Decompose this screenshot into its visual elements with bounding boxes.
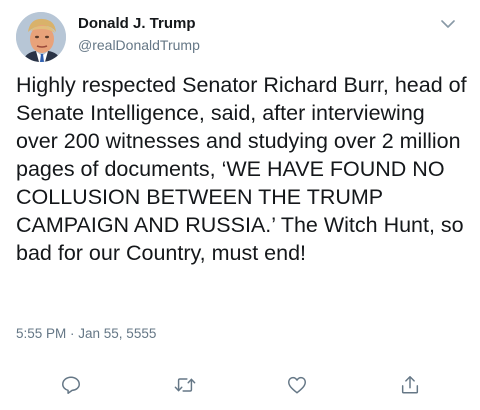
tweet-timestamp[interactable]: 5:55 PM · Jan 55, 5555	[16, 325, 156, 343]
display-name[interactable]: Donald J. Trump	[78, 15, 196, 33]
share-button[interactable]	[397, 372, 423, 398]
avatar-image	[16, 12, 66, 62]
avatar[interactable]	[16, 12, 66, 62]
reply-button[interactable]	[58, 372, 84, 398]
tweet-actions	[0, 372, 480, 398]
tweet-card: Donald J. Trump @realDonaldTrump Highly …	[0, 0, 480, 410]
chevron-down-icon[interactable]	[436, 14, 460, 34]
heart-icon	[288, 376, 306, 394]
tweet-text: Highly respected Senator Richard Burr, h…	[16, 73, 467, 265]
retweet-icon	[174, 378, 196, 392]
retweet-button[interactable]	[172, 372, 198, 398]
reply-icon	[62, 376, 80, 394]
share-icon	[401, 376, 419, 394]
user-handle[interactable]: @realDonaldTrump	[78, 36, 200, 54]
like-button[interactable]	[284, 372, 310, 398]
